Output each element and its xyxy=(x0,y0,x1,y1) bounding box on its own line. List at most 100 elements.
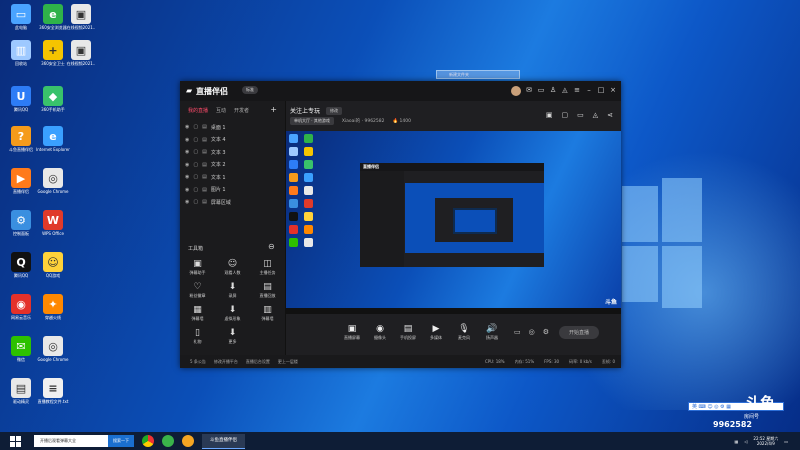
source-item[interactable]: ◉ ▢ ▤ 屏幕区域 xyxy=(180,196,285,209)
desktop-icon[interactable]: Q 腾讯QQ xyxy=(4,252,38,278)
lock-icon[interactable]: ▢ xyxy=(193,124,198,130)
desktop-icon[interactable]: ≡ 直播教程文件.txt xyxy=(36,378,70,404)
taskbar-search-button[interactable]: 搜索一下 xyxy=(108,435,134,447)
status-link[interactable]: 修改开播平台 xyxy=(214,359,238,365)
tool-item[interactable]: ◫ 主播任务 xyxy=(250,259,285,276)
tool-item[interactable]: ▣ 弹幕助手 xyxy=(180,259,215,276)
selected-desktop-item[interactable]: 新建文件夹 xyxy=(436,70,520,79)
eye-icon[interactable]: ◉ xyxy=(185,174,189,180)
edit-title-button[interactable]: 修改 xyxy=(326,106,343,115)
share-icon[interactable]: ⋖ xyxy=(607,111,613,119)
user-avatar[interactable] xyxy=(511,86,521,96)
desktop-icon[interactable]: ◆ 360手机助手 xyxy=(36,86,70,112)
desktop-icon[interactable]: ▥ 回收站 xyxy=(4,40,38,66)
desktop-icon[interactable]: W WPS Office xyxy=(36,210,70,236)
desktop-icon[interactable]: e Internet Explorer xyxy=(36,126,70,152)
tool-item[interactable]: ⬇ 更多 xyxy=(215,328,250,345)
control-button[interactable]: 🎙 麦克风 xyxy=(450,324,478,341)
tab-developer[interactable]: 开发者 xyxy=(234,107,249,114)
360-taskbar-icon[interactable] xyxy=(162,435,174,447)
record-icon[interactable]: ◎ xyxy=(529,328,535,336)
desktop-icon[interactable]: ◎ Google Chrome xyxy=(36,168,70,194)
desktop-icon[interactable]: ✉ 微信 xyxy=(4,336,38,362)
eye-icon[interactable]: ◉ xyxy=(185,199,189,205)
desktop-icon[interactable]: ◉ 网易云音乐 xyxy=(4,294,38,320)
control-button[interactable]: 🔊 扬声器 xyxy=(478,324,506,341)
status-link[interactable]: 更上一层楼 xyxy=(278,359,298,365)
tool-item[interactable]: ⬇ 录屏 xyxy=(215,282,250,299)
lock-icon[interactable]: ▢ xyxy=(561,111,568,119)
start-live-button[interactable]: 开始直播 xyxy=(559,325,600,339)
desktop-icon[interactable]: ▣ 在线视频2021.. xyxy=(64,40,98,66)
tool-item[interactable]: ▥ 弹幕墙 xyxy=(250,305,285,322)
control-button[interactable]: ▤ 手机投屏 xyxy=(394,324,422,341)
control-button[interactable]: ▣ 直播屏幕 xyxy=(338,324,366,341)
desktop-icon[interactable]: ▣ 在线视频2021.. xyxy=(64,4,98,30)
tool-item[interactable]: ☺ 观看人数 xyxy=(215,259,250,276)
tool-item[interactable]: ▤ 直播回放 xyxy=(250,282,285,299)
eye-icon[interactable]: ◉ xyxy=(185,149,189,155)
desktop-icon[interactable]: U 腾讯QQ xyxy=(4,86,38,112)
maximize-icon[interactable]: □ xyxy=(597,86,605,95)
source-item[interactable]: ◉ ▢ ▤ 文本 2 xyxy=(180,159,285,172)
chrome-taskbar-icon[interactable] xyxy=(142,435,154,447)
bell-icon[interactable]: ◬ xyxy=(561,86,569,95)
desktop-icon[interactable]: ✦ 穿越火线 xyxy=(36,294,70,320)
taskbar-search-input[interactable]: 开播后观看弹幕大全 xyxy=(34,435,108,447)
source-item[interactable]: ◉ ▢ ▤ 桌面 1 xyxy=(180,121,285,134)
tab-my-live[interactable]: 我的直播 xyxy=(188,107,208,114)
lock-icon[interactable]: ▢ xyxy=(193,162,198,168)
status-link[interactable]: 直播后台设置 xyxy=(246,359,270,365)
source-item[interactable]: ◉ ▢ ▤ 文本 4 xyxy=(180,134,285,147)
volume-icon[interactable]: ◁ xyxy=(744,439,747,444)
live-preview[interactable]: 直播伴侣 斗鱼 xyxy=(286,131,621,314)
eye-icon[interactable]: ◉ xyxy=(185,187,189,193)
desktop-icon[interactable]: ☺ QQ游戏 xyxy=(36,252,70,278)
tool-item[interactable]: ▦ 弹幕墙 xyxy=(180,305,215,322)
source-item[interactable]: ◉ ▢ ▤ 文本 1 xyxy=(180,171,285,184)
settings-icon[interactable]: ⚙ xyxy=(543,328,549,336)
desktop-icon[interactable]: ▤ 驱动精灵 xyxy=(4,378,38,404)
message-icon[interactable]: ▭ xyxy=(537,86,545,95)
control-button[interactable]: ◉ 摄像头 xyxy=(366,324,394,341)
lock-icon[interactable]: ▢ xyxy=(193,199,198,205)
screen-icon[interactable]: ▭ xyxy=(577,111,584,119)
desktop-icon[interactable]: ⚙ 控制面板 xyxy=(4,210,38,236)
close-icon[interactable]: × xyxy=(609,86,617,95)
tool-item[interactable]: ▯ 礼物 xyxy=(180,328,215,345)
tool-item[interactable]: ♡ 粉丝徽章 xyxy=(180,282,215,299)
source-item[interactable]: ◉ ▢ ▤ 图片 1 xyxy=(180,184,285,197)
mail-icon[interactable]: ✉ xyxy=(525,86,533,95)
lock-icon[interactable]: ▢ xyxy=(193,137,198,143)
eye-icon[interactable]: ◉ xyxy=(185,137,189,143)
desktop-icon[interactable]: ◎ Google Chrome xyxy=(36,336,70,362)
taskbar-active-app[interactable]: 斗鱼直播伴侣 xyxy=(202,433,245,449)
version-badge[interactable]: 标准 xyxy=(242,86,258,94)
lock-icon[interactable]: ▢ xyxy=(193,174,198,180)
minimize-icon[interactable]: – xyxy=(585,86,593,95)
gift-icon[interactable]: ▣ xyxy=(546,111,553,119)
category-select[interactable]: 单机大厅 · 其他游戏 xyxy=(290,117,334,125)
bell-icon-2[interactable]: ◬ xyxy=(593,111,598,119)
lock-icon[interactable]: ▢ xyxy=(193,149,198,155)
start-button[interactable] xyxy=(8,434,22,448)
tshirt-icon[interactable]: ♙ xyxy=(549,86,557,95)
source-item[interactable]: ◉ ▢ ▤ 文本 3 xyxy=(180,146,285,159)
tab-interact[interactable]: 互动 xyxy=(216,107,226,114)
announcement-count[interactable]: 5 条公告 xyxy=(190,359,206,365)
toolbox-settings-icon[interactable]: ⊖ xyxy=(268,242,275,251)
desktop-icon[interactable]: ▭ 此电脑 xyxy=(4,4,38,30)
add-source-button[interactable]: + xyxy=(270,106,277,114)
eye-icon[interactable]: ◉ xyxy=(185,162,189,168)
ie-taskbar-icon[interactable] xyxy=(182,435,194,447)
eye-icon[interactable]: ◉ xyxy=(185,124,189,130)
clock[interactable]: 22:52 星期六 2022/4/9 xyxy=(753,436,778,446)
title-bar[interactable]: ▰ 直播伴侣 标准 ✉ ▭ ♙ ◬ ≡ – □ × xyxy=(180,81,621,101)
menu-icon[interactable]: ≡ xyxy=(573,86,581,95)
tool-item[interactable]: ⬇ 虚拟形象 xyxy=(215,305,250,322)
desktop-icon[interactable]: ? 斗鱼直播伴侣 xyxy=(4,126,38,152)
desktop-icon[interactable]: ▶ 直播伴侣 xyxy=(4,168,38,194)
camera-toggle-icon[interactable]: ▭ xyxy=(514,328,521,336)
notification-icon[interactable]: ▭ xyxy=(784,439,788,444)
network-icon[interactable]: ▦ xyxy=(735,439,739,444)
